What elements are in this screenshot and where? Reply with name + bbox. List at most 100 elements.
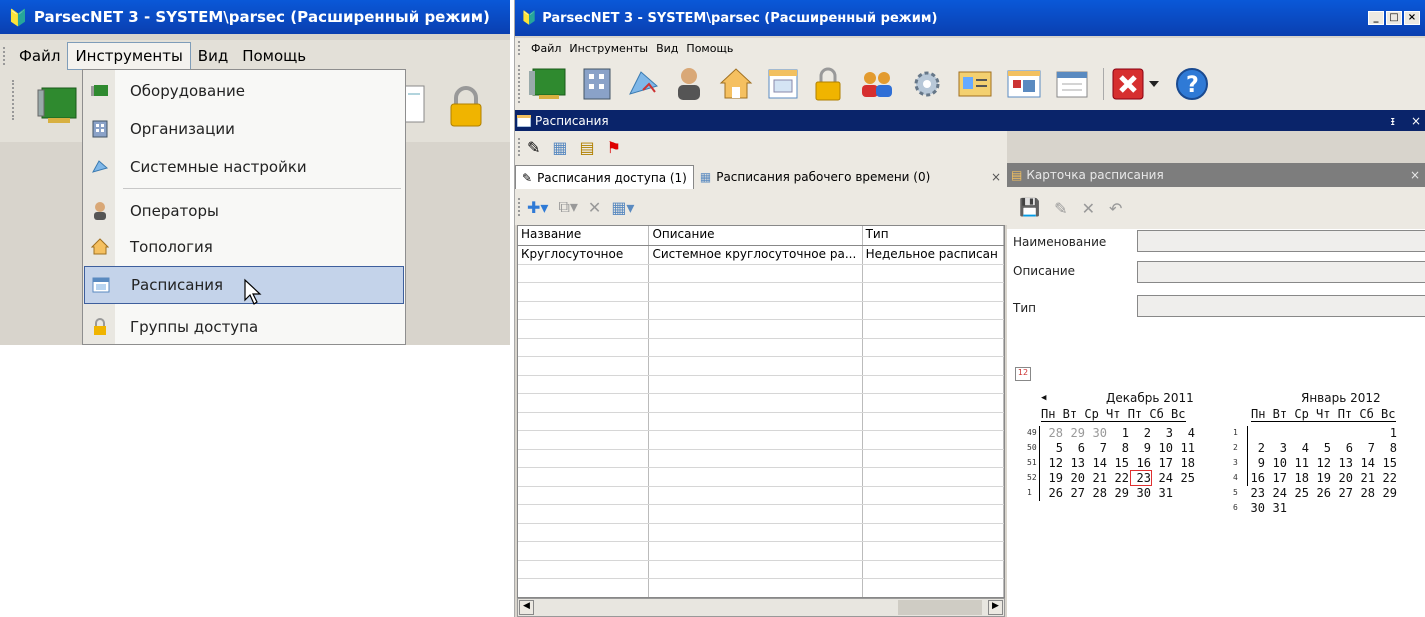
menu-view[interactable]: Вид	[191, 43, 235, 69]
calendar-day[interactable]: 3	[1153, 426, 1173, 440]
chevron-down-icon[interactable]	[1148, 79, 1160, 89]
calendar-day[interactable]: 31	[1267, 501, 1287, 515]
calendar-day[interactable]: 26	[1043, 486, 1063, 500]
calendar-day[interactable]: 7	[1087, 441, 1107, 455]
calendar-day[interactable]: 23	[1130, 470, 1152, 486]
calendar-day[interactable]: 22	[1109, 471, 1129, 485]
close-icon[interactable]: ×	[1410, 168, 1420, 182]
prev-month-button[interactable]: ◀	[1041, 393, 1046, 403]
scroll-left-button[interactable]: ◀	[519, 600, 534, 615]
column-header-description[interactable]: Описание	[649, 226, 863, 245]
name-input[interactable]	[1137, 230, 1425, 252]
calendar-day[interactable]: 13	[1333, 456, 1353, 470]
calendar-day[interactable]: 14	[1087, 456, 1107, 470]
calendar-day[interactable]: 21	[1355, 471, 1375, 485]
calendar-day[interactable]: 3	[1267, 441, 1287, 455]
pin-icon[interactable]: ᵻ	[1390, 114, 1394, 128]
calendar-day[interactable]: 19	[1043, 471, 1063, 485]
calendar-day[interactable]: 22	[1377, 471, 1397, 485]
calendar-icon[interactable]: ▦	[552, 138, 567, 157]
calendar-day[interactable]: 4	[1289, 441, 1309, 455]
close-tab-button[interactable]: ×	[985, 165, 1007, 189]
flag-icon[interactable]: ⚑	[607, 138, 621, 157]
brush-icon[interactable]: ✎	[527, 138, 540, 157]
calendar-day[interactable]: 17	[1267, 471, 1287, 485]
horizontal-scrollbar[interactable]: ◀ ▶	[517, 598, 1005, 617]
calendar-day[interactable]: 10	[1267, 456, 1287, 470]
calendar-icon[interactable]	[403, 82, 428, 126]
scroll-right-button[interactable]: ▶	[988, 600, 1003, 615]
menu-item-access-groups[interactable]: Группы доступа	[84, 308, 404, 345]
add-icon[interactable]: ✚▾	[527, 198, 548, 217]
calendar-day[interactable]: 2	[1245, 441, 1265, 455]
calendar-day[interactable]: 18	[1175, 456, 1195, 470]
menu-tools[interactable]: Инструменты	[67, 42, 191, 70]
tab-access-schedules[interactable]: ✎ Расписания доступа (1)	[515, 165, 694, 189]
table-row[interactable]: Круглосуточное Системное круглосуточное …	[518, 246, 1004, 265]
lock-icon[interactable]	[813, 66, 843, 102]
calendar-day[interactable]: 20	[1065, 471, 1085, 485]
calendar-day[interactable]: 13	[1065, 456, 1085, 470]
calendar-day[interactable]: 10	[1153, 441, 1173, 455]
calendar-day[interactable]: 1	[1109, 426, 1129, 440]
hardware-icon[interactable]	[36, 82, 78, 126]
calendar-day[interactable]: 25	[1289, 486, 1309, 500]
menu-file[interactable]: Файл	[527, 42, 565, 55]
menu-help[interactable]: Помощь	[235, 43, 313, 69]
description-input[interactable]	[1137, 261, 1425, 283]
calendar-day[interactable]: 29	[1377, 486, 1397, 500]
menu-item-organizations[interactable]: Организации	[84, 110, 404, 148]
operator-icon[interactable]	[674, 66, 704, 102]
calendar-day[interactable]: 16	[1245, 471, 1265, 485]
menu-item-hardware[interactable]: Оборудование	[84, 72, 404, 110]
save-icon[interactable]: 💾	[1019, 198, 1040, 218]
calendar-icon[interactable]	[768, 69, 798, 99]
menu-tools[interactable]: Инструменты	[565, 42, 652, 55]
calendar-day[interactable]: 6	[1333, 441, 1353, 455]
calendar-day[interactable]: 28	[1043, 426, 1063, 440]
calendar-day[interactable]: 31	[1153, 486, 1173, 500]
calendar-day[interactable]: 9	[1245, 456, 1265, 470]
undo-icon[interactable]: ↶	[1109, 199, 1122, 218]
calendar-day[interactable]: 24	[1153, 471, 1173, 485]
close-button[interactable]: ×	[1404, 11, 1420, 25]
column-header-type[interactable]: Тип	[863, 226, 1004, 245]
calendar-toggle-icon[interactable]: 12	[1015, 367, 1031, 381]
document-icon[interactable]: ▤	[580, 138, 595, 157]
calendar-day[interactable]: 8	[1109, 441, 1129, 455]
menu-view[interactable]: Вид	[652, 42, 682, 55]
help-icon[interactable]: ?	[1175, 67, 1209, 101]
calendar-day[interactable]: 9	[1131, 441, 1151, 455]
calendar-day[interactable]: 30	[1087, 426, 1107, 440]
copy-icon[interactable]: ⧉▾	[558, 197, 577, 217]
calendar-day[interactable]: 24	[1267, 486, 1287, 500]
calendar-day[interactable]: 28	[1087, 486, 1107, 500]
calendar-day[interactable]: 29	[1065, 426, 1085, 440]
organization-icon[interactable]	[582, 67, 612, 101]
calendar-day[interactable]: 5	[1311, 441, 1331, 455]
calendar-day[interactable]: 8	[1377, 441, 1397, 455]
gear-icon[interactable]	[911, 68, 943, 100]
calendar-day[interactable]: 27	[1333, 486, 1353, 500]
report-icon[interactable]	[1007, 68, 1041, 100]
calendar-day[interactable]: 4	[1175, 426, 1195, 440]
calendar-day[interactable]: 14	[1355, 456, 1375, 470]
menu-help[interactable]: Помощь	[682, 42, 737, 55]
close-icon[interactable]: ×	[1411, 114, 1421, 128]
calendar-day[interactable]: 1	[1377, 426, 1397, 440]
calendar-day[interactable]: 27	[1065, 486, 1085, 500]
calendar-day[interactable]: 11	[1175, 441, 1195, 455]
calendar-day[interactable]: 18	[1289, 471, 1309, 485]
calendar-day[interactable]: 21	[1087, 471, 1107, 485]
column-header-name[interactable]: Название	[518, 226, 650, 245]
calendar-day[interactable]: 17	[1153, 456, 1173, 470]
calendar-day[interactable]: 5	[1043, 441, 1063, 455]
calendar-day[interactable]: 15	[1109, 456, 1129, 470]
users-group-icon[interactable]	[858, 68, 896, 100]
hardware-icon[interactable]	[527, 65, 567, 103]
calendar-day[interactable]: 29	[1109, 486, 1129, 500]
calendar-day[interactable]: 2	[1131, 426, 1151, 440]
topology-icon[interactable]	[719, 67, 753, 101]
calendar-day[interactable]: 26	[1311, 486, 1331, 500]
menu-item-operators[interactable]: Операторы	[84, 192, 404, 230]
